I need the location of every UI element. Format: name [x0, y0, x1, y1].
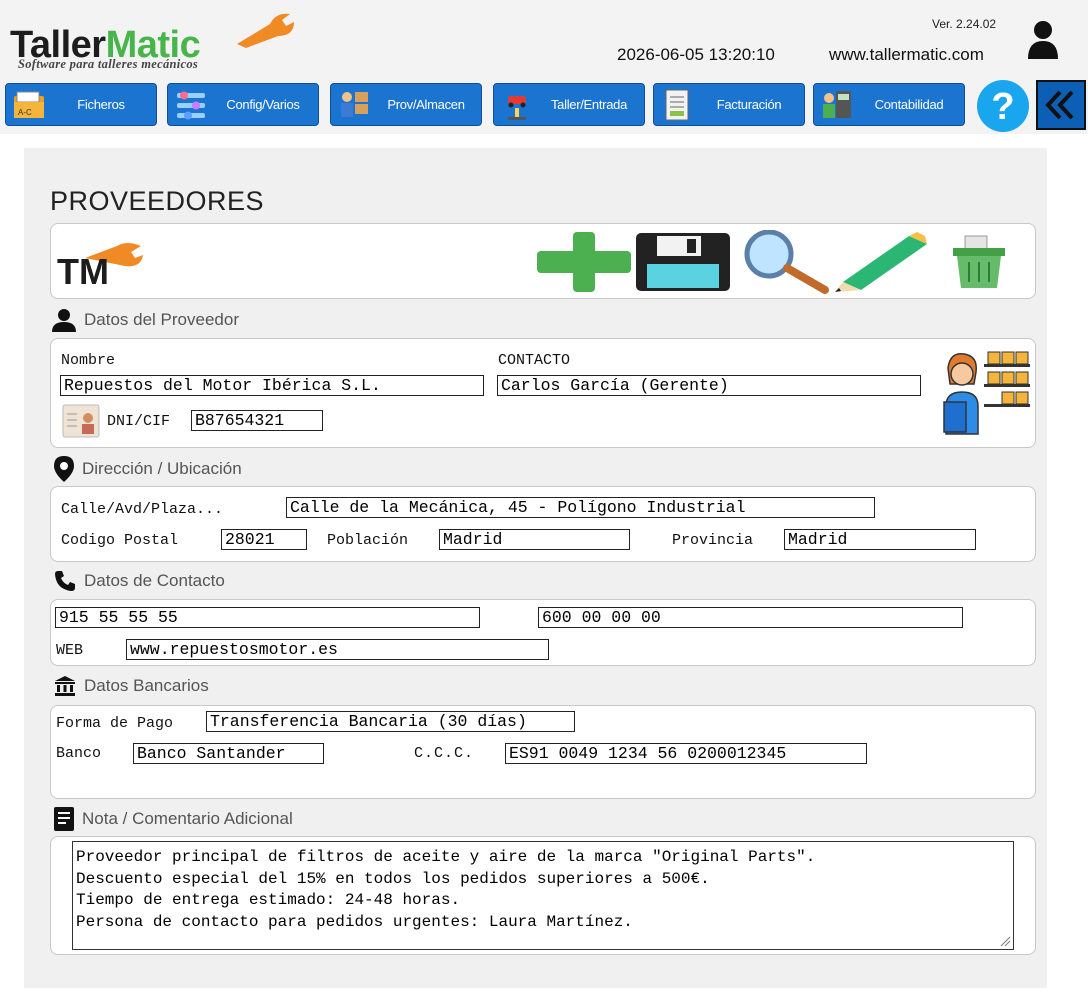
nav-prov-label: Prov/Almacen: [387, 97, 465, 112]
bank-section-label: Datos Bancarios: [54, 675, 209, 697]
province-field[interactable]: Madrid: [784, 529, 976, 550]
phone1-field[interactable]: 915 55 55 55: [55, 607, 480, 628]
logo-tagline: Software para talleres mecánicos: [18, 57, 199, 71]
province-label: Provincia: [672, 532, 754, 549]
folder-icon: A-C: [14, 91, 44, 118]
name-label: Nombre: [61, 352, 116, 369]
svg-text:?: ?: [991, 86, 1014, 128]
app-logo: TallerMatic Software para talleres mecán…: [10, 8, 300, 72]
resize-grip-icon[interactable]: [999, 935, 1011, 947]
nav-prov-button[interactable]: Prov/Almacen: [330, 83, 482, 126]
warehouse-worker-icon: [341, 92, 368, 117]
ccc-label: C.C.C.: [414, 745, 475, 762]
name-field[interactable]: Repuestos del Motor Ibérica S.L.: [60, 375, 484, 396]
nav-facturacion-button[interactable]: Facturación: [653, 83, 805, 126]
zip-label: Codigo Postal: [61, 532, 179, 549]
edit-icon[interactable]: [833, 230, 931, 292]
note-icon: [54, 807, 74, 831]
web-field[interactable]: www.repuestosmotor.es: [126, 639, 549, 660]
tm-logo-icon: TM: [57, 243, 143, 288]
nav-taller-button[interactable]: Taller/Entrada: [493, 83, 645, 126]
contact-field[interactable]: Carlos García (Gerente): [497, 375, 921, 396]
collapse-sidebar-button[interactable]: [1036, 80, 1086, 130]
nav-config-label: Config/Varios: [226, 97, 300, 112]
nav-contabilidad-label: Contabilidad: [874, 97, 944, 112]
main-nav: A-C Ficheros Config/Varios Prov/Almacen …: [0, 78, 1088, 134]
help-icon[interactable]: ?: [976, 79, 1030, 133]
phone-icon: [55, 571, 75, 591]
dni-field[interactable]: B87654321: [191, 410, 323, 431]
ccc-field[interactable]: ES91 0049 1234 56 0200012345: [505, 743, 867, 764]
zip-field[interactable]: 28021: [221, 529, 307, 550]
bank-field[interactable]: Banco Santander: [133, 743, 324, 764]
payment-label: Forma de Pago: [56, 715, 174, 732]
double-chevron-left-icon: [1045, 90, 1074, 120]
person-icon: [52, 309, 76, 332]
supplier-section-label: Datos del Proveedor: [52, 308, 239, 332]
car-lift-icon: [508, 96, 526, 120]
note-section-label: Nota / Comentario Adicional: [54, 807, 293, 831]
warehouse-worker-icon: [943, 351, 1030, 435]
contact-section-label: Datos de Contacto: [54, 570, 225, 592]
nav-config-button[interactable]: Config/Varios: [167, 83, 319, 126]
calculator-icon: [823, 91, 851, 118]
note-textarea[interactable]: Proveedor principal de filtros de aceite…: [72, 841, 1014, 950]
save-icon[interactable]: [635, 232, 731, 292]
nav-ficheros-button[interactable]: A-C Ficheros: [5, 83, 157, 126]
location-pin-icon: [54, 456, 74, 482]
address-section-label: Dirección / Ubicación: [54, 456, 242, 482]
toolbar: TM: [50, 223, 1036, 299]
street-label: Calle/Avd/Plaza...: [61, 501, 224, 518]
nav-taller-label: Taller/Entrada: [550, 97, 627, 112]
user-icon[interactable]: [1026, 19, 1060, 59]
phone2-field[interactable]: 600 00 00 00: [538, 607, 963, 628]
delete-icon[interactable]: [951, 234, 1007, 290]
datetime-display: 2026-06-05 13:20:10: [617, 45, 775, 64]
tm-logo-text: TM: [57, 251, 109, 288]
nav-contabilidad-button[interactable]: Contabilidad: [813, 83, 965, 126]
bank-icon: [55, 676, 75, 696]
street-field[interactable]: Calle de la Mecánica, 45 - Polígono Indu…: [286, 497, 875, 518]
id-card-icon: [62, 404, 100, 438]
payment-field[interactable]: Transferencia Bancaria (30 días): [206, 711, 575, 732]
invoice-icon: [665, 89, 689, 121]
contact-label: CONTACTO: [498, 352, 571, 369]
nav-facturacion-label: Facturación: [716, 97, 782, 112]
svg-text:A-C: A-C: [18, 108, 32, 117]
nav-ficheros-label: Ficheros: [77, 97, 125, 112]
search-icon[interactable]: [735, 230, 831, 294]
bank-label: Banco: [56, 745, 102, 762]
dni-label: DNI/CIF: [107, 413, 171, 430]
wrench-logo-icon: [237, 13, 294, 48]
version-label: Ver. 2.24.02: [932, 17, 997, 31]
add-icon[interactable]: [535, 230, 633, 294]
website-link[interactable]: www.tallermatic.com: [829, 45, 984, 65]
web-label: WEB: [56, 642, 84, 659]
city-label: Población: [327, 532, 409, 549]
city-field[interactable]: Madrid: [439, 529, 630, 550]
page-title: PROVEEDORES: [50, 186, 265, 216]
settings-sliders-icon: [177, 91, 205, 120]
